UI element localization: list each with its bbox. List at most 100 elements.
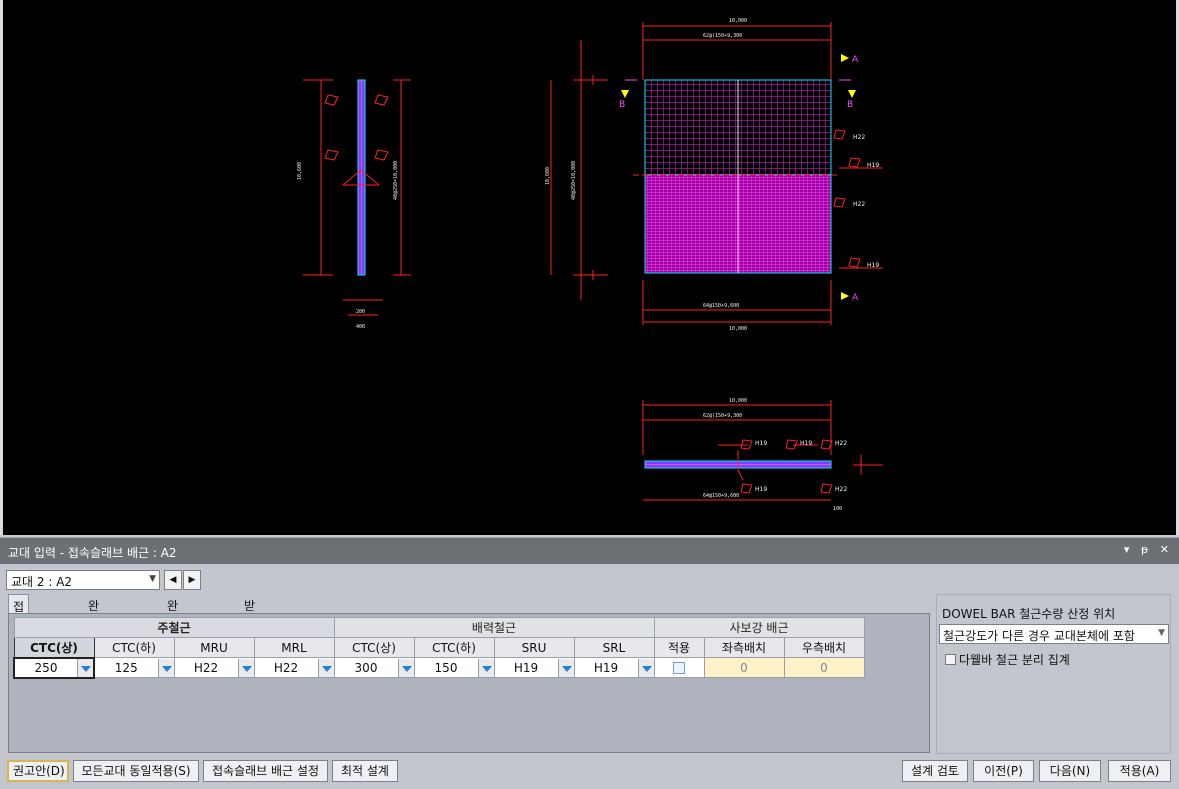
tab-approach-slab[interactable]: 접속슬래브 [8,594,30,682]
cad-plan-view: 10,000 62@(150+9,300 B B A A H22 H19 H22… [619,18,883,332]
cad-bar-h22-a: H22 [853,134,865,141]
table-row: 250 125 H22 H22 300 150 H19 H19 0 0 [13,656,865,679]
rebar-table: 주철근 배력철근 사보강 배근 CTC(상) CTC(하) MRU MRL CT… [13,617,865,679]
cad-dim-side-left: 40@250=10,000 [393,161,399,200]
tab-support-slab[interactable]: 받침슬래브 [240,594,259,681]
dropdown-arrow-icon[interactable] [397,658,414,677]
cell-apply[interactable] [653,657,705,678]
panel-title: 교대 입력 - 접속슬래브 배근 : A2 [8,546,177,560]
cad-section-b-left: B [619,100,625,110]
col-ctc-upper-dist[interactable]: CTC(상) [333,637,415,658]
dropdown-arrow-icon[interactable] [157,658,174,677]
cad-section-b-right: B [847,100,853,110]
col-ctc-lower-main[interactable]: CTC(하) [93,637,175,658]
chevron-down-icon: ▼ [149,574,156,584]
cad-section-middle: 10,600 40@250=10,000 [545,40,608,300]
group-distribution-rebar: 배력철근 [333,617,655,638]
optimal-design-button[interactable]: 최적 설계 [332,760,398,782]
next-abutment-button[interactable]: ▶ [183,570,201,590]
column-header-row: CTC(상) CTC(하) MRU MRL CTC(상) CTC(하) SRU … [13,637,865,658]
cell-value: H19 [513,660,539,675]
dropdown-arrow-icon[interactable] [477,658,494,677]
cell-value: 250 [34,660,58,675]
arrow-left-icon: ◀ [169,575,177,585]
cell-value: 125 [114,660,138,675]
dropdown-arrow-icon[interactable] [637,658,654,677]
col-ctc-lower-dist[interactable]: CTC(하) [413,637,495,658]
dropdown-arrow-icon[interactable] [237,658,254,677]
panel-titlebar: 교대 입력 - 접속슬래브 배근 : A2 ▾ ᵽ ✕ [0,538,1179,564]
prev-abutment-button[interactable]: ◀ [164,570,182,590]
cell-right-place: 0 [783,657,865,678]
cad-dim-top: 10,000 [729,18,747,24]
cell-value: 300 [354,660,378,675]
cad-dim-10600-left: 10,600 [297,162,303,180]
cell-ctc-upper-main[interactable]: 250 [13,656,95,679]
cell-mrl[interactable]: H22 [253,657,335,678]
col-apply[interactable]: 적용 [653,637,705,658]
cad-bar-h22-b: H22 [853,201,865,208]
apply-button[interactable]: 적용(A) [1108,760,1171,782]
apply-checkbox[interactable] [673,662,685,674]
dowel-bar-combo[interactable]: 철근강도가 다른 경우 교대본체에 포함 ▼ [939,624,1169,644]
cad-long-h19-b: H19 [800,440,812,447]
cad-dim-bot-total: 10,000 [729,326,747,332]
cell-ctc-lower-dist[interactable]: 150 [413,657,495,678]
cad-long-h22-b: H22 [835,486,847,493]
input-panel: 교대 입력 - 접속슬래브 배근 : A2 ▾ ᵽ ✕ 교대 2 : A2 ▼ … [0,537,1179,789]
col-right-place[interactable]: 우측배치 [783,637,865,658]
col-srl[interactable]: SRL [573,637,655,658]
dowel-bar-combo-value: 철근강도가 다른 경우 교대본체에 포함 [943,629,1135,643]
cad-dim-long-bot: 64@150+9,600 [703,493,739,499]
cell-mru[interactable]: H22 [173,657,255,678]
tab-buffer-slab-1[interactable]: 완충슬래브1 [84,594,103,696]
cad-section-a-top: A [852,55,859,65]
cell-ctc-upper-dist[interactable]: 300 [333,657,415,678]
abutment-combo[interactable]: 교대 2 : A2 ▼ [6,570,160,590]
cell-value: 150 [434,660,458,675]
prev-button[interactable]: 이전(P) [973,760,1034,782]
cad-dim-200: 200 [356,309,365,315]
cad-dim-long-main: 62@(150+9,300 [703,413,742,419]
cell-left-place: 0 [703,657,785,678]
apply-all-abutments-button[interactable]: 모든교대 동일적용(S) [73,760,199,782]
cell-sru[interactable]: H19 [493,657,575,678]
cell-srl[interactable]: H19 [573,657,655,678]
abutment-combo-value: 교대 2 : A2 [11,575,73,589]
col-sru[interactable]: SRU [493,637,575,658]
tab-buffer-slab-2[interactable]: 완충슬래브2 [163,594,182,696]
cell-value: H19 [593,660,619,675]
arrow-right-icon: ▶ [188,575,196,585]
slab-rebar-setting-button[interactable]: 접속슬래브 배근 설정 [203,760,328,782]
design-review-button[interactable]: 설계 검토 [902,760,968,782]
cad-dim-bot-plan: 64@150+9,600 [703,303,739,309]
chevron-down-icon: ▼ [1158,628,1165,638]
group-header-row: 주철근 배력철근 사보강 배근 [13,617,865,638]
group-main-rebar: 주철근 [13,617,335,638]
dowel-bar-panel: DOWEL BAR 철근수량 산정 위치 철근강도가 다른 경우 교대본체에 포… [936,594,1171,754]
col-mrl[interactable]: MRL [253,637,335,658]
cad-section-left: 200 400 10,600 40@250=10,000 [297,79,411,330]
cad-long-h19-c: H19 [755,486,767,493]
checkbox-icon[interactable] [945,654,956,665]
cad-section-long: 10,000 62@(150+9,300 H19 H19 H22 H19 H22… [642,398,883,512]
cad-dim-100: 100 [833,506,842,512]
rebar-grid: 주철근 배력철근 사보강 배근 CTC(상) CTC(하) MRU MRL CT… [8,613,930,753]
col-ctc-upper-main[interactable]: CTC(상) [13,637,95,658]
col-mru[interactable]: MRU [173,637,255,658]
dropdown-arrow-icon[interactable] [557,658,574,677]
dropdown-arrow-icon[interactable] [317,658,334,677]
dropdown-arrow-icon[interactable] [77,658,93,677]
group-skew-rebar: 사보강 배근 [653,617,865,638]
recommend-button[interactable]: 권고안(D) [7,760,69,782]
cad-dim-400: 400 [356,324,365,330]
dowel-separate-checkbox[interactable]: 다웰바 철근 분리 집계 [945,651,1070,668]
col-left-place[interactable]: 좌측배치 [703,637,785,658]
cad-long-h22-a: H22 [835,440,847,447]
cell-ctc-lower-main[interactable]: 125 [93,657,175,678]
next-button[interactable]: 다음(N) [1039,760,1101,782]
cad-viewport[interactable]: 200 400 10,600 40@250=10,000 10,600 40@2… [0,0,1179,535]
panel-window-controls[interactable]: ▾ ᵽ ✕ [1124,543,1173,556]
dowel-bar-label: DOWEL BAR 철근수량 산정 위치 [942,607,1116,621]
cell-value: H22 [273,660,299,675]
